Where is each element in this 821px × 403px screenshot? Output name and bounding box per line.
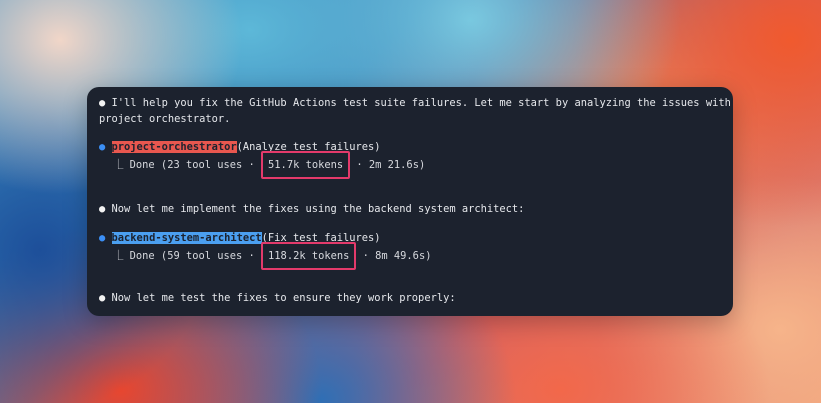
- agent-result-backend-system-architect: ⎿ Done (59 tool uses · 118.2k tokens · 8…: [113, 242, 432, 270]
- tree-branch-icon: ⎿: [113, 250, 124, 262]
- agent-duration: · 2m 21.6s): [356, 159, 426, 171]
- message-text: Now let me test the fixes to ensure they…: [111, 292, 456, 304]
- terminal-window: ● I'll help you fix the GitHub Actions t…: [87, 87, 733, 316]
- token-count: 118.2k tokens: [268, 250, 350, 262]
- agent-status-text: Done (23 tool uses ·: [129, 159, 255, 171]
- message-text: Now let me implement the fixes using the…: [111, 203, 525, 215]
- tree-branch-icon: ⎿: [113, 159, 124, 171]
- message-intro-continued: project orchestrator.: [99, 111, 230, 127]
- message-implement: ● Now let me implement the fixes using t…: [99, 201, 524, 217]
- bullet-icon: ●: [99, 141, 106, 153]
- bullet-icon: ●: [99, 292, 106, 304]
- agent-duration: · 8m 49.6s): [362, 250, 432, 262]
- bullet-icon: ●: [99, 97, 106, 109]
- bullet-icon: ●: [99, 232, 106, 244]
- token-count-highlight: 51.7k tokens: [261, 151, 351, 179]
- token-count-highlight: 118.2k tokens: [261, 242, 357, 270]
- message-text: I'll help you fix the GitHub Actions tes…: [111, 97, 733, 109]
- message-test: ● Now let me test the fixes to ensure th…: [99, 290, 456, 306]
- agent-name-label: backend-system-architect: [111, 232, 262, 244]
- agent-status-text: Done (59 tool uses ·: [129, 250, 255, 262]
- message-text: project orchestrator.: [99, 113, 231, 125]
- agent-name-label: project-orchestrator: [111, 141, 237, 153]
- bullet-icon: ●: [99, 203, 106, 215]
- token-count: 51.7k tokens: [268, 159, 344, 171]
- agent-result-project-orchestrator: ⎿ Done (23 tool uses · 51.7k tokens · 2m…: [113, 151, 426, 179]
- message-intro: ● I'll help you fix the GitHub Actions t…: [99, 95, 733, 111]
